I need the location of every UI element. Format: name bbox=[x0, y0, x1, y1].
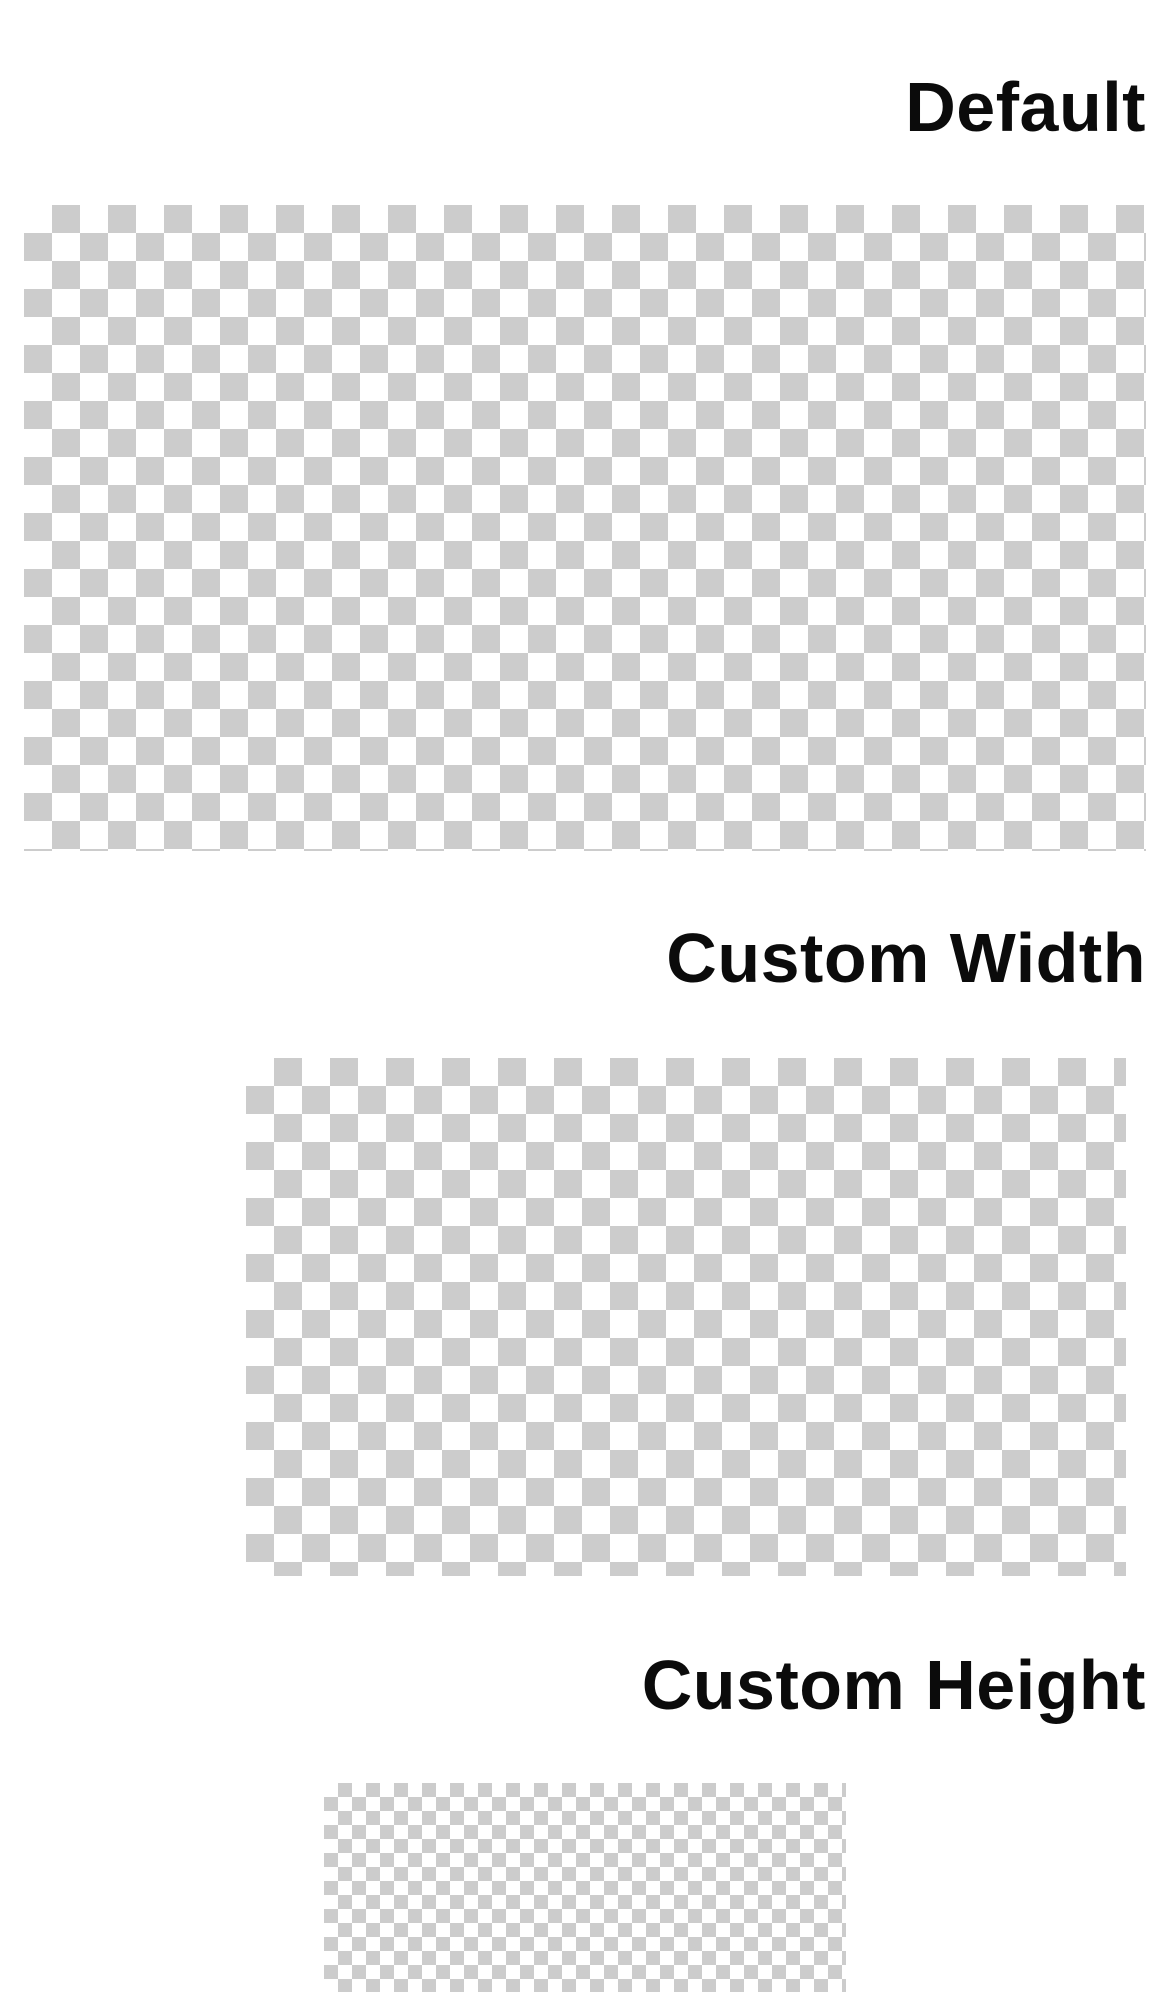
section-title-custom-height: Custom Height bbox=[641, 1646, 1146, 1724]
image-sizing-demo-screen: { "sections": [ { "title": "Default", "i… bbox=[0, 0, 1170, 1992]
section-title-custom-width: Custom Width bbox=[666, 919, 1146, 997]
custom-height-image-placeholder bbox=[324, 1783, 846, 1992]
default-image-placeholder bbox=[24, 205, 1146, 851]
section-title-default: Default bbox=[905, 68, 1146, 146]
custom-width-image-placeholder bbox=[246, 1058, 1126, 1576]
